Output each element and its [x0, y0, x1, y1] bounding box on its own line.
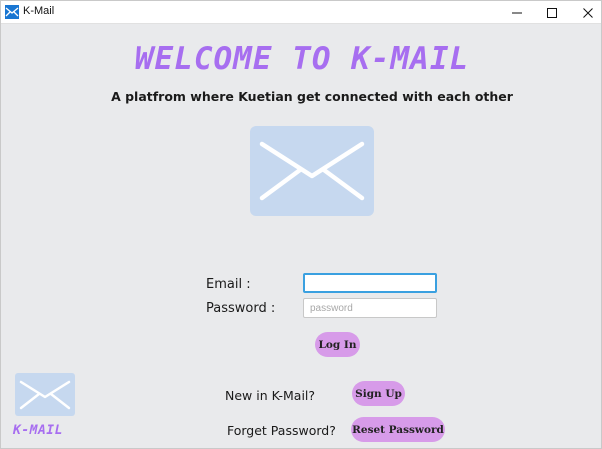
reset-password-button[interactable]: Reset Password: [351, 417, 445, 442]
tagline: A platfrom where Kuetian get connected w…: [111, 89, 513, 104]
minimize-icon: [512, 12, 522, 13]
brand-label: K-MAIL: [13, 423, 63, 438]
maximize-icon: [547, 7, 557, 18]
forgot-password-prompt: Forget Password?: [227, 423, 336, 438]
mail-envelope-icon: [5, 5, 19, 19]
close-button[interactable]: [570, 1, 602, 24]
minimize-button[interactable]: [499, 1, 535, 24]
mail-logo-icon: [250, 126, 374, 216]
email-field[interactable]: [303, 273, 437, 293]
title-bar[interactable]: K-Mail: [1, 1, 601, 24]
small-mail-logo-icon: [15, 373, 75, 416]
login-button[interactable]: Log In: [315, 332, 360, 357]
window-title: K-Mail: [23, 5, 55, 17]
maximize-button[interactable]: [534, 1, 570, 24]
password-label: Password :: [206, 301, 276, 316]
app-window: K-Mail WELCOME TO K-MAIL A platfrom wher…: [0, 0, 602, 449]
signup-button[interactable]: Sign Up: [352, 381, 405, 406]
close-icon: [583, 7, 593, 18]
welcome-headline: WELCOME TO K-MAIL: [134, 41, 470, 77]
password-field[interactable]: [303, 298, 437, 318]
email-label: Email :: [206, 277, 251, 292]
signup-prompt: New in K-Mail?: [225, 388, 316, 403]
